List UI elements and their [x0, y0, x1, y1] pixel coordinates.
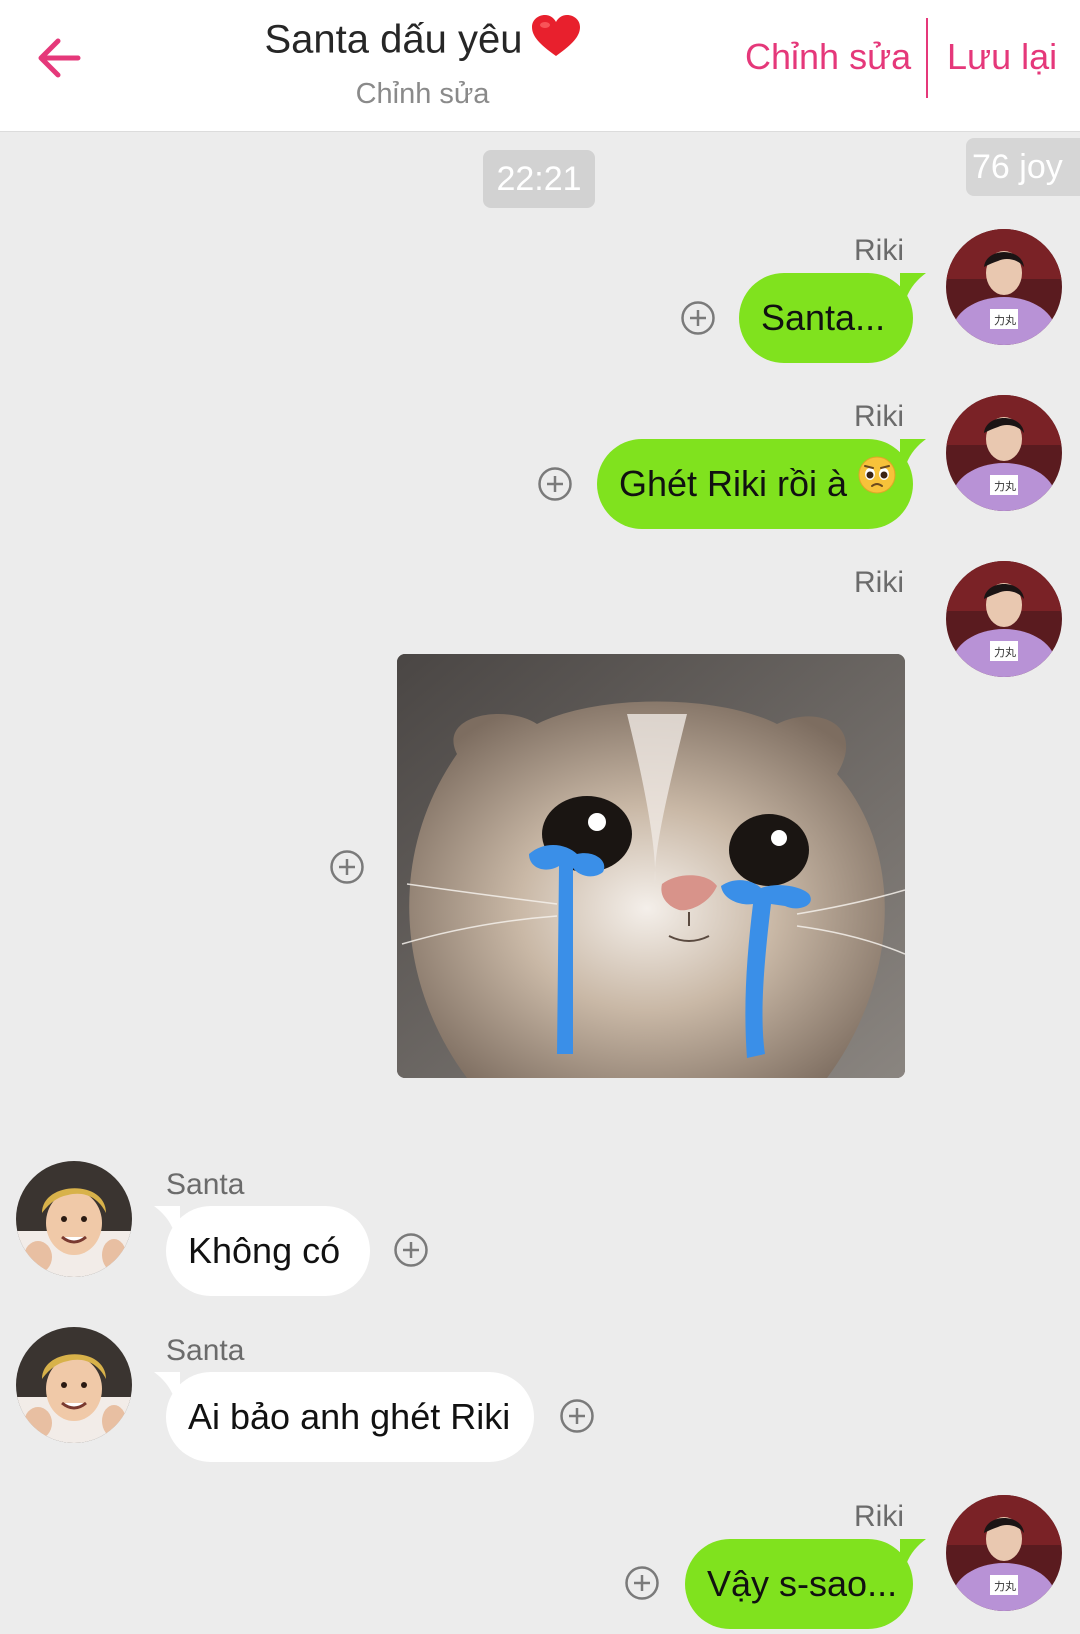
crying-cat-image[interactable] — [397, 654, 905, 1078]
bubble-tail — [900, 1539, 926, 1565]
message-text: Ai bảo anh ghét Riki — [188, 1396, 511, 1437]
svg-text:力丸: 力丸 — [994, 314, 1016, 327]
bubble-tail — [900, 273, 926, 299]
sender-name: Santa — [166, 1168, 245, 1201]
back-arrow-icon[interactable] — [30, 28, 90, 88]
message-text: Ghét Riki rồi à — [619, 463, 848, 504]
sender-name: Santa — [166, 1334, 245, 1367]
add-reaction-icon[interactable] — [624, 1565, 660, 1601]
save-button[interactable]: Lưu lại — [947, 36, 1057, 78]
avatar-riki[interactable]: 力丸 — [946, 395, 1062, 511]
add-reaction-icon[interactable] — [393, 1232, 429, 1268]
pleading-face-icon — [857, 438, 897, 528]
bubble-tail — [900, 439, 926, 465]
app-header: Santa dấu yêu Chỉnh sửa Chỉnh sửa Lưu lạ… — [0, 0, 1080, 132]
heart-icon — [531, 14, 581, 70]
sender-name: Riki — [854, 400, 904, 433]
message-text: Không có — [188, 1230, 341, 1271]
message-bubble[interactable]: Vậy s-sao... — [685, 1539, 913, 1629]
timestamp-badge: 22:21 — [483, 150, 595, 208]
message-bubble[interactable]: Ai bảo anh ghét Riki — [166, 1372, 534, 1462]
avatar-santa[interactable] — [16, 1327, 132, 1443]
joy-badge[interactable]: 76 joy — [966, 138, 1080, 196]
chat-subtitle: Chỉnh sửa — [355, 78, 490, 110]
svg-text:力丸: 力丸 — [994, 480, 1016, 493]
avatar-riki[interactable]: 力丸 — [946, 561, 1062, 677]
chat-title: Santa dấu yêu — [200, 14, 645, 70]
sender-name: Riki — [854, 566, 904, 599]
message-bubble[interactable]: Santa... — [739, 273, 913, 363]
edit-button[interactable]: Chỉnh sửa — [745, 36, 911, 78]
message-text: Santa... — [761, 297, 886, 338]
avatar-riki[interactable]: 力丸 — [946, 229, 1062, 345]
sender-name: Riki — [854, 1500, 904, 1533]
add-reaction-icon[interactable] — [537, 466, 573, 502]
header-divider — [926, 18, 928, 98]
svg-text:力丸: 力丸 — [994, 1580, 1016, 1593]
message-bubble[interactable]: Không có — [166, 1206, 370, 1296]
svg-text:力丸: 力丸 — [994, 646, 1016, 659]
message-text: Vậy s-sao... — [707, 1563, 898, 1604]
message-bubble[interactable]: Ghét Riki rồi à — [597, 439, 913, 529]
chat-title-text: Santa dấu yêu — [264, 17, 523, 62]
add-reaction-icon[interactable] — [329, 849, 365, 885]
add-reaction-icon[interactable] — [680, 300, 716, 336]
sender-name: Riki — [854, 234, 904, 267]
avatar-riki[interactable]: 力丸 — [946, 1495, 1062, 1611]
avatar-santa[interactable] — [16, 1161, 132, 1277]
add-reaction-icon[interactable] — [559, 1398, 595, 1434]
chat-title-block: Santa dấu yêu Chỉnh sửa — [200, 14, 645, 114]
